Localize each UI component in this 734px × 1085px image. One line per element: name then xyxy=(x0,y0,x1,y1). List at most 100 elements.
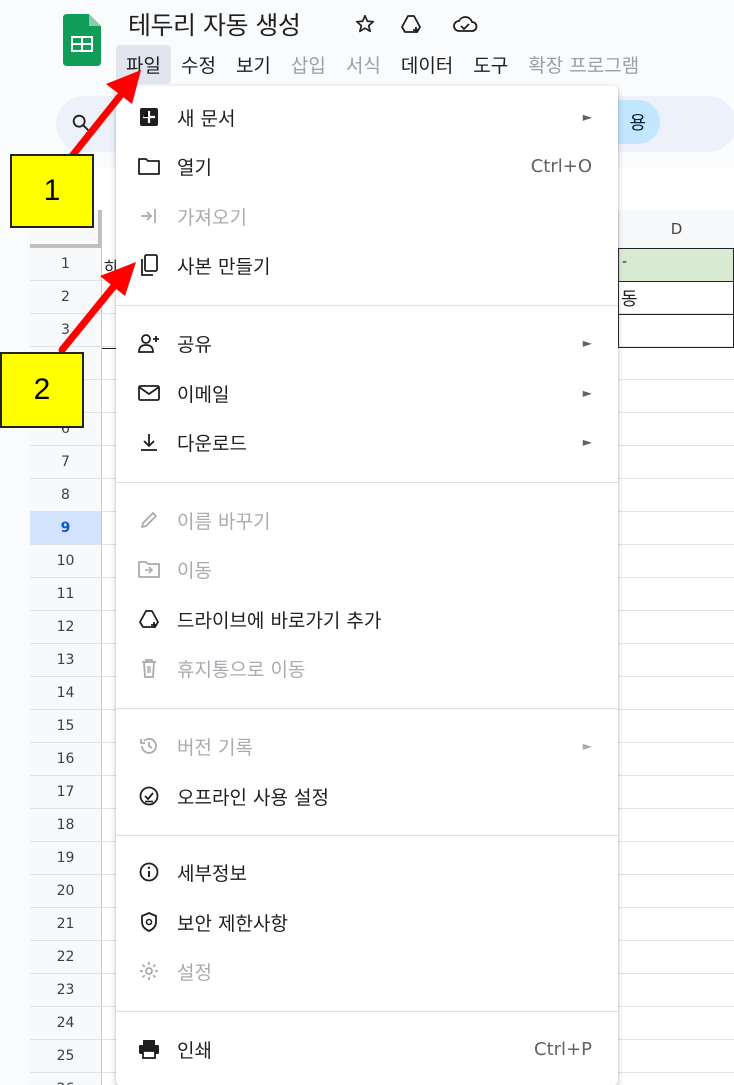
cell-border-line xyxy=(102,348,116,349)
row-header[interactable]: 3 xyxy=(30,314,102,347)
menu-item-details[interactable]: 세부정보 xyxy=(116,849,618,895)
menu-item-label: 휴지통으로 이동 xyxy=(177,658,306,681)
star-icon[interactable] xyxy=(352,11,378,37)
row-header[interactable]: 18 xyxy=(30,809,102,842)
print-icon xyxy=(136,1036,162,1062)
menu-separator xyxy=(116,305,618,306)
menu-extensions[interactable]: 확장 프로그램 xyxy=(518,45,649,84)
menu-bar: 파일 수정 보기 삽입 서식 데이터 도구 확장 프로그램 xyxy=(116,44,649,84)
row-header[interactable]: 10 xyxy=(30,545,102,578)
row-header[interactable]: 21 xyxy=(30,908,102,941)
menu-item-label: 공유 xyxy=(177,333,212,356)
cell-d2-value: 동 xyxy=(621,289,638,310)
menu-item-label: 새 문서 xyxy=(177,107,236,130)
cell-d1-value: - xyxy=(622,254,628,270)
row-header[interactable]: 11 xyxy=(30,578,102,611)
menu-item-make-copy[interactable]: 사본 만들기 xyxy=(116,242,618,288)
trash-icon xyxy=(136,655,162,681)
row-header[interactable]: 2 xyxy=(30,281,102,314)
folder-move-icon xyxy=(136,556,162,582)
menu-item-label: 사본 만들기 xyxy=(177,255,271,278)
row-header[interactable]: 8 xyxy=(30,479,102,512)
menu-item-label: 다운로드 xyxy=(177,432,247,455)
menu-item-offline[interactable]: 오프라인 사용 설정 xyxy=(116,773,618,819)
menu-item-label: 세부정보 xyxy=(177,862,247,885)
menu-item-label: 이름 바꾸기 xyxy=(177,510,271,533)
shortcut-label: Ctrl+P xyxy=(534,1038,592,1060)
row-header[interactable]: 26 xyxy=(30,1073,102,1085)
menu-item-security[interactable]: 보안 제한사항 xyxy=(116,899,618,945)
drive-add-icon[interactable] xyxy=(398,11,424,37)
copy-icon xyxy=(136,252,162,278)
menu-tools[interactable]: 도구 xyxy=(463,45,518,84)
menu-item-label: 설정 xyxy=(177,961,212,984)
submenu-arrow-icon: ► xyxy=(582,435,592,449)
row-header[interactable]: 9 xyxy=(30,512,102,545)
row-header[interactable]: 22 xyxy=(30,941,102,974)
menu-item-new[interactable]: 새 문서 ► xyxy=(116,94,618,140)
menu-view[interactable]: 보기 xyxy=(226,45,281,84)
menu-item-label: 이동 xyxy=(177,559,212,582)
file-menu-dropdown: 새 문서 ► 열기 Ctrl+O 가져오기 사본 만들기 공유 ► 이메일 ► … xyxy=(116,86,618,1085)
menu-item-move[interactable]: 이동 xyxy=(116,546,618,592)
menu-item-settings[interactable]: 설정 xyxy=(116,948,618,994)
menu-separator xyxy=(116,1011,618,1012)
submenu-arrow-icon: ► xyxy=(582,336,592,350)
menu-item-trash[interactable]: 휴지통으로 이동 xyxy=(116,645,618,691)
row-header[interactable]: 24 xyxy=(30,1007,102,1040)
share-button-label: 용 xyxy=(629,113,646,134)
info-icon xyxy=(136,859,162,885)
menu-item-label: 인쇄 xyxy=(177,1039,212,1062)
row-header[interactable]: 7 xyxy=(30,446,102,479)
cell-border-line xyxy=(618,314,734,315)
row-header[interactable]: 25 xyxy=(30,1040,102,1073)
menu-item-import[interactable]: 가져오기 xyxy=(116,193,618,239)
menu-item-add-shortcut[interactable]: 드라이브에 바로가기 추가 xyxy=(116,596,618,642)
row-header[interactable]: 13 xyxy=(30,644,102,677)
menu-data[interactable]: 데이터 xyxy=(391,45,463,84)
menu-item-share[interactable]: 공유 ► xyxy=(116,320,618,366)
menu-item-rename[interactable]: 이름 바꾸기 xyxy=(116,497,618,543)
sheets-logo-icon[interactable] xyxy=(63,14,101,66)
menu-item-open[interactable]: 열기 Ctrl+O xyxy=(116,143,618,189)
row-header[interactable]: 20 xyxy=(30,875,102,908)
row-header[interactable]: 12 xyxy=(30,611,102,644)
row-header[interactable]: 19 xyxy=(30,842,102,875)
import-icon xyxy=(136,203,162,229)
history-icon xyxy=(136,733,162,759)
menu-file[interactable]: 파일 xyxy=(116,44,171,84)
cell-d1[interactable] xyxy=(618,248,734,281)
column-header-d[interactable]: D xyxy=(618,210,734,248)
download-icon xyxy=(136,429,162,455)
row-header[interactable]: 23 xyxy=(30,974,102,1007)
security-icon xyxy=(136,909,162,935)
submenu-arrow-icon: ► xyxy=(582,739,592,753)
menu-item-version-history[interactable]: 버전 기록 ► xyxy=(116,723,618,769)
menu-item-email[interactable]: 이메일 ► xyxy=(116,370,618,416)
menu-insert[interactable]: 삽입 xyxy=(281,45,336,84)
row-header[interactable]: 16 xyxy=(30,743,102,776)
menu-separator xyxy=(116,482,618,483)
menu-item-label: 가져오기 xyxy=(177,206,247,229)
menu-item-label: 버전 기록 xyxy=(177,736,253,759)
document-title[interactable]: 테두리 자동 생성 xyxy=(128,6,301,42)
drive-shortcut-icon xyxy=(136,606,162,632)
menu-item-download[interactable]: 다운로드 ► xyxy=(116,419,618,465)
menu-edit[interactable]: 수정 xyxy=(171,45,226,84)
menu-item-print[interactable]: 인쇄 Ctrl+P xyxy=(116,1026,618,1072)
new-document-icon xyxy=(136,104,162,130)
row-header[interactable]: 1 xyxy=(30,248,102,281)
row-header[interactable]: 14 xyxy=(30,677,102,710)
folder-open-icon xyxy=(136,153,162,179)
submenu-arrow-icon: ► xyxy=(582,110,592,124)
menu-format[interactable]: 서식 xyxy=(336,45,391,84)
offline-check-icon xyxy=(136,783,162,809)
row-header[interactable]: 17 xyxy=(30,776,102,809)
search-icon[interactable] xyxy=(70,112,92,139)
shortcut-label: Ctrl+O xyxy=(530,155,592,177)
row-header[interactable]: 15 xyxy=(30,710,102,743)
cloud-icon[interactable] xyxy=(452,11,478,37)
menu-separator xyxy=(116,708,618,709)
menu-separator xyxy=(116,835,618,836)
pencil-icon xyxy=(136,507,162,533)
